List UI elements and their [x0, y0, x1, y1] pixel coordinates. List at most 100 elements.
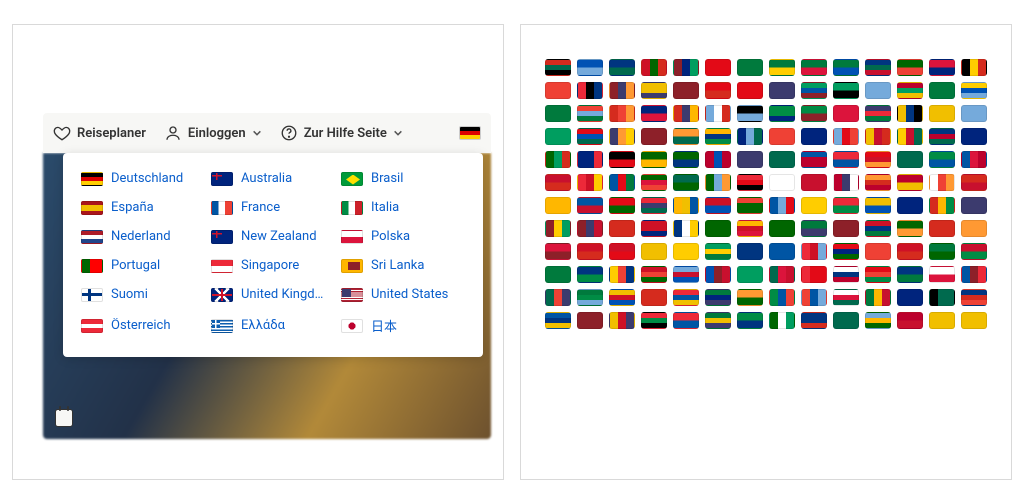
- flag-swatch[interactable]: [737, 312, 763, 329]
- flag-swatch[interactable]: [865, 197, 891, 214]
- flag-swatch[interactable]: [705, 151, 731, 168]
- flag-swatch[interactable]: [545, 128, 571, 145]
- locale-option[interactable]: Suomi: [81, 287, 205, 302]
- flag-swatch[interactable]: [897, 220, 923, 237]
- flag-swatch[interactable]: [929, 59, 955, 76]
- flag-swatch[interactable]: [865, 312, 891, 329]
- flag-swatch[interactable]: [705, 289, 731, 306]
- locale-option[interactable]: New Zealand: [211, 229, 335, 244]
- flag-swatch[interactable]: [929, 243, 955, 260]
- flag-swatch[interactable]: [737, 243, 763, 260]
- flag-swatch[interactable]: [673, 197, 699, 214]
- locale-option[interactable]: United Kingd…: [211, 287, 335, 302]
- flag-swatch[interactable]: [769, 151, 795, 168]
- flag-swatch[interactable]: [961, 174, 987, 191]
- flag-swatch[interactable]: [865, 220, 891, 237]
- flag-swatch[interactable]: [833, 266, 859, 283]
- flag-swatch[interactable]: [897, 128, 923, 145]
- flag-swatch[interactable]: [961, 82, 987, 99]
- flag-swatch[interactable]: [769, 289, 795, 306]
- flag-swatch[interactable]: [577, 105, 603, 122]
- flag-swatch[interactable]: [705, 82, 731, 99]
- flag-swatch[interactable]: [897, 197, 923, 214]
- flag-swatch[interactable]: [769, 197, 795, 214]
- locale-option[interactable]: Österreich: [81, 316, 205, 335]
- trip-planner-button[interactable]: Reiseplaner: [53, 124, 146, 142]
- flag-swatch[interactable]: [801, 151, 827, 168]
- flag-swatch[interactable]: [833, 312, 859, 329]
- flag-swatch[interactable]: [737, 220, 763, 237]
- flag-swatch[interactable]: [865, 128, 891, 145]
- flag-swatch[interactable]: [961, 220, 987, 237]
- flag-swatch[interactable]: [897, 59, 923, 76]
- flag-swatch[interactable]: [737, 289, 763, 306]
- flag-swatch[interactable]: [577, 174, 603, 191]
- flag-swatch[interactable]: [961, 289, 987, 306]
- flag-swatch[interactable]: [737, 105, 763, 122]
- flag-swatch[interactable]: [609, 174, 635, 191]
- flag-swatch[interactable]: [673, 312, 699, 329]
- flag-swatch[interactable]: [641, 174, 667, 191]
- flag-swatch[interactable]: [833, 59, 859, 76]
- locale-option[interactable]: 日本: [341, 316, 465, 335]
- flag-swatch[interactable]: [577, 243, 603, 260]
- flag-swatch[interactable]: [577, 128, 603, 145]
- flag-swatch[interactable]: [929, 312, 955, 329]
- flag-swatch[interactable]: [577, 197, 603, 214]
- flag-swatch[interactable]: [705, 174, 731, 191]
- flag-swatch[interactable]: [929, 289, 955, 306]
- flag-swatch[interactable]: [865, 243, 891, 260]
- flag-swatch[interactable]: [801, 128, 827, 145]
- locale-option[interactable]: Australia: [211, 171, 335, 186]
- flag-swatch[interactable]: [769, 312, 795, 329]
- flag-swatch[interactable]: [705, 105, 731, 122]
- flag-swatch[interactable]: [545, 243, 571, 260]
- flag-swatch[interactable]: [705, 197, 731, 214]
- flag-swatch[interactable]: [545, 82, 571, 99]
- flag-swatch[interactable]: [961, 151, 987, 168]
- flag-swatch[interactable]: [673, 82, 699, 99]
- flag-swatch[interactable]: [801, 174, 827, 191]
- flag-swatch[interactable]: [577, 59, 603, 76]
- flag-swatch[interactable]: [801, 197, 827, 214]
- flag-swatch[interactable]: [545, 59, 571, 76]
- flag-swatch[interactable]: [641, 197, 667, 214]
- locale-option[interactable]: Portugal: [81, 258, 205, 273]
- flag-swatch[interactable]: [673, 220, 699, 237]
- calendar-icon[interactable]: [55, 409, 73, 427]
- flag-swatch[interactable]: [673, 151, 699, 168]
- flag-swatch[interactable]: [705, 312, 731, 329]
- flag-swatch[interactable]: [705, 266, 731, 283]
- flag-swatch[interactable]: [705, 243, 731, 260]
- flag-swatch[interactable]: [609, 266, 635, 283]
- flag-swatch[interactable]: [641, 289, 667, 306]
- flag-swatch[interactable]: [961, 266, 987, 283]
- flag-swatch[interactable]: [769, 243, 795, 260]
- flag-swatch[interactable]: [833, 289, 859, 306]
- flag-swatch[interactable]: [897, 243, 923, 260]
- locale-option[interactable]: Singapore: [211, 258, 335, 273]
- flag-swatch[interactable]: [897, 174, 923, 191]
- locale-option[interactable]: France: [211, 200, 335, 215]
- flag-swatch[interactable]: [897, 82, 923, 99]
- flag-swatch[interactable]: [929, 82, 955, 99]
- flag-swatch[interactable]: [609, 59, 635, 76]
- login-button[interactable]: Einloggen: [164, 124, 262, 142]
- flag-swatch[interactable]: [833, 243, 859, 260]
- flag-swatch[interactable]: [737, 174, 763, 191]
- locale-option[interactable]: Italia: [341, 200, 465, 215]
- flag-swatch[interactable]: [737, 82, 763, 99]
- flag-swatch[interactable]: [801, 289, 827, 306]
- flag-swatch[interactable]: [545, 105, 571, 122]
- flag-swatch[interactable]: [865, 289, 891, 306]
- flag-swatch[interactable]: [961, 243, 987, 260]
- flag-swatch[interactable]: [577, 266, 603, 283]
- flag-swatch[interactable]: [609, 82, 635, 99]
- flag-swatch[interactable]: [641, 312, 667, 329]
- flag-swatch[interactable]: [929, 151, 955, 168]
- flag-swatch[interactable]: [833, 128, 859, 145]
- flag-swatch[interactable]: [929, 174, 955, 191]
- flag-swatch[interactable]: [705, 59, 731, 76]
- flag-swatch[interactable]: [929, 220, 955, 237]
- flag-swatch[interactable]: [577, 289, 603, 306]
